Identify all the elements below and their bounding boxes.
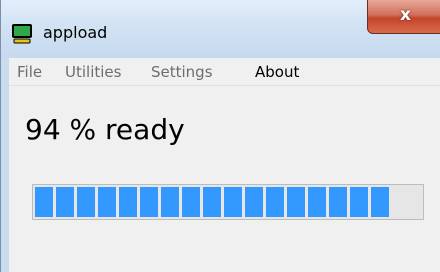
progress-segment xyxy=(245,187,263,217)
menu-bar: File Utilities Settings About xyxy=(9,58,440,86)
progress-segment xyxy=(329,187,347,217)
progress-segment xyxy=(56,187,74,217)
progress-segment xyxy=(308,187,326,217)
close-button[interactable]: x xyxy=(367,0,440,34)
progress-segment xyxy=(119,187,137,217)
progress-segment xyxy=(287,187,305,217)
menu-settings[interactable]: Settings xyxy=(151,63,213,81)
menu-utilities[interactable]: Utilities xyxy=(65,63,121,81)
title-bar[interactable]: appload x xyxy=(1,0,440,58)
app-window: appload x File Utilities Settings About … xyxy=(0,0,440,272)
progress-segment xyxy=(371,187,389,217)
progress-bar xyxy=(32,184,424,220)
progress-segment xyxy=(140,187,158,217)
progress-segment xyxy=(224,187,242,217)
menu-file[interactable]: File xyxy=(17,63,42,81)
progress-segment xyxy=(182,187,200,217)
progress-segment xyxy=(98,187,116,217)
progress-fill xyxy=(35,187,398,217)
progress-segment xyxy=(350,187,368,217)
progress-segment xyxy=(203,187,221,217)
close-icon: x xyxy=(400,5,411,25)
progress-segment xyxy=(161,187,179,217)
progress-segment xyxy=(266,187,284,217)
status-label: 94 % ready xyxy=(25,113,185,146)
progress-segment xyxy=(77,187,95,217)
menu-about[interactable]: About xyxy=(255,63,299,81)
monitor-icon xyxy=(12,24,32,44)
window-title: appload xyxy=(43,23,108,42)
progress-segment xyxy=(35,187,53,217)
